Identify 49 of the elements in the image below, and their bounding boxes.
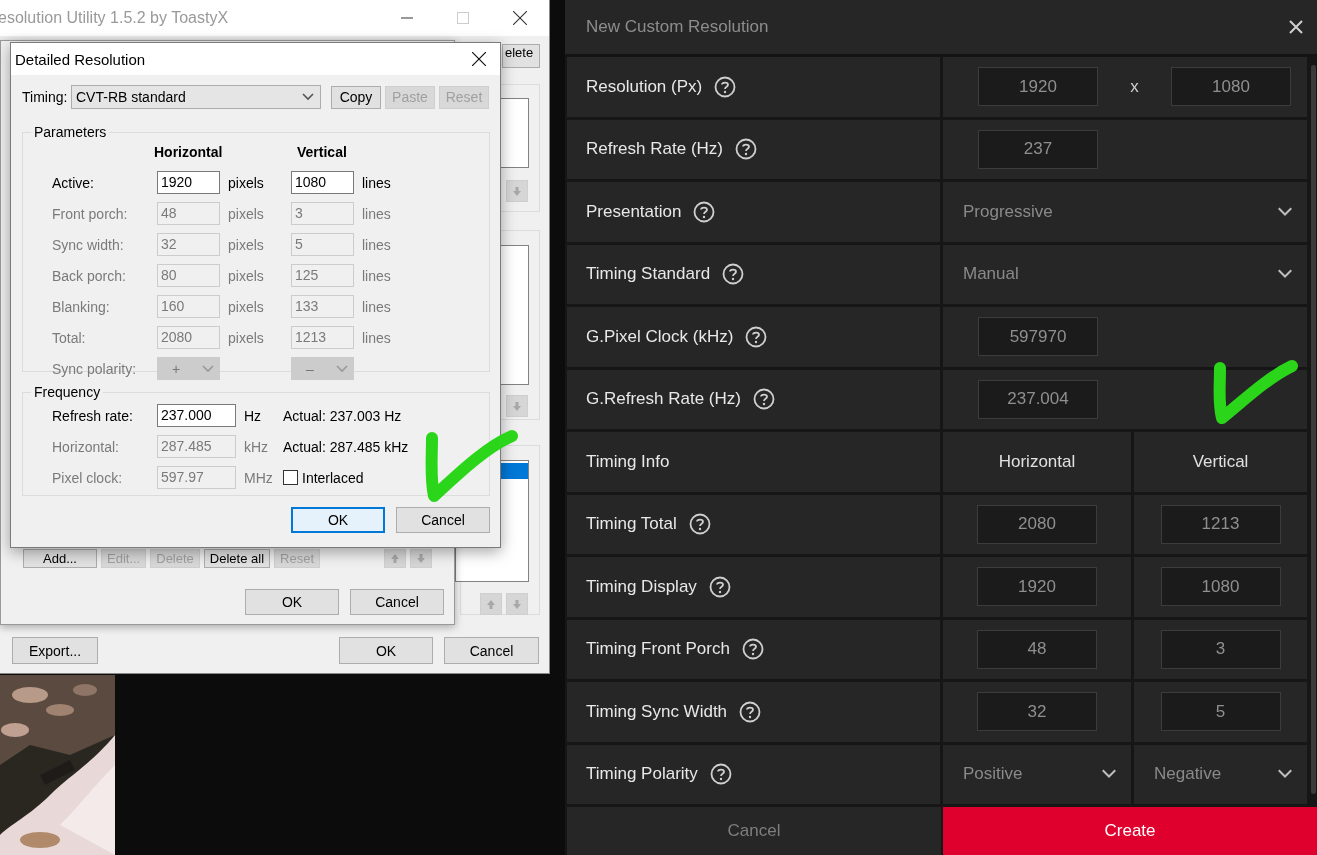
group-title: Frequency [33,384,102,400]
field-label: Active: [52,174,95,191]
unit-label: kHz [243,438,270,455]
field-label: Blanking: [52,298,111,315]
unit-label: lines [361,329,392,346]
unit-label: pixels [227,267,265,284]
dialog-title: New Custom Resolution [586,17,769,37]
dialog-title: Detailed Resolution [15,50,146,68]
row-label: Timing Sync Width [586,701,728,722]
column-header: Vertical [297,143,347,160]
row-label: Timing Polarity [586,764,698,785]
column-header: Vertical [1134,432,1307,492]
reading-text: Actual: 237.003 Hz [283,407,403,424]
unit-label: lines [361,298,392,315]
field-label: Front porch: [52,205,129,222]
unit-label: pixels [227,174,265,191]
reading-text: Actual: 287.485 kHz [283,438,410,455]
unit-label: lines [361,236,392,253]
column-header: Horizontal [154,143,223,160]
unit-label: pixels [227,298,265,315]
column-header: Horizontal [943,432,1131,492]
unit-label: MHz [243,469,274,486]
field-label: Timing: [22,89,69,105]
unit-label: pixels [227,205,265,222]
field-label: Total: [52,329,87,346]
row-label: G.Refresh Rate (Hz) [586,389,741,410]
row-label: Presentation [586,201,682,222]
row-label: Timing Info [586,451,670,472]
field-label: Refresh rate: [52,407,134,424]
unit-label: Hz [243,407,263,424]
group-title: Parameters [33,124,108,140]
unit-label: pixels [227,329,265,346]
field-label: Sync polarity: [52,360,138,377]
unit-label: lines [361,174,392,191]
row-label: Timing Total [586,514,677,535]
field-label: Back porch: [52,267,127,284]
field-label: Pixel clock: [52,469,124,486]
row-label: Timing Standard [586,264,711,285]
field-label: Horizontal: [52,438,120,455]
row-label: G.Pixel Clock (kHz) [586,326,734,347]
unit-label: lines [361,267,392,284]
unit-label: pixels [227,236,265,253]
row-label: Timing Display [586,576,697,597]
row-label: Resolution (Px) [586,76,703,97]
row-label: Refresh Rate (Hz) [586,139,723,160]
field-label: Sync width: [52,236,125,253]
row-label: Timing Front Porch [586,639,730,660]
separator-text: x [1129,76,1140,97]
unit-label: lines [361,205,392,222]
